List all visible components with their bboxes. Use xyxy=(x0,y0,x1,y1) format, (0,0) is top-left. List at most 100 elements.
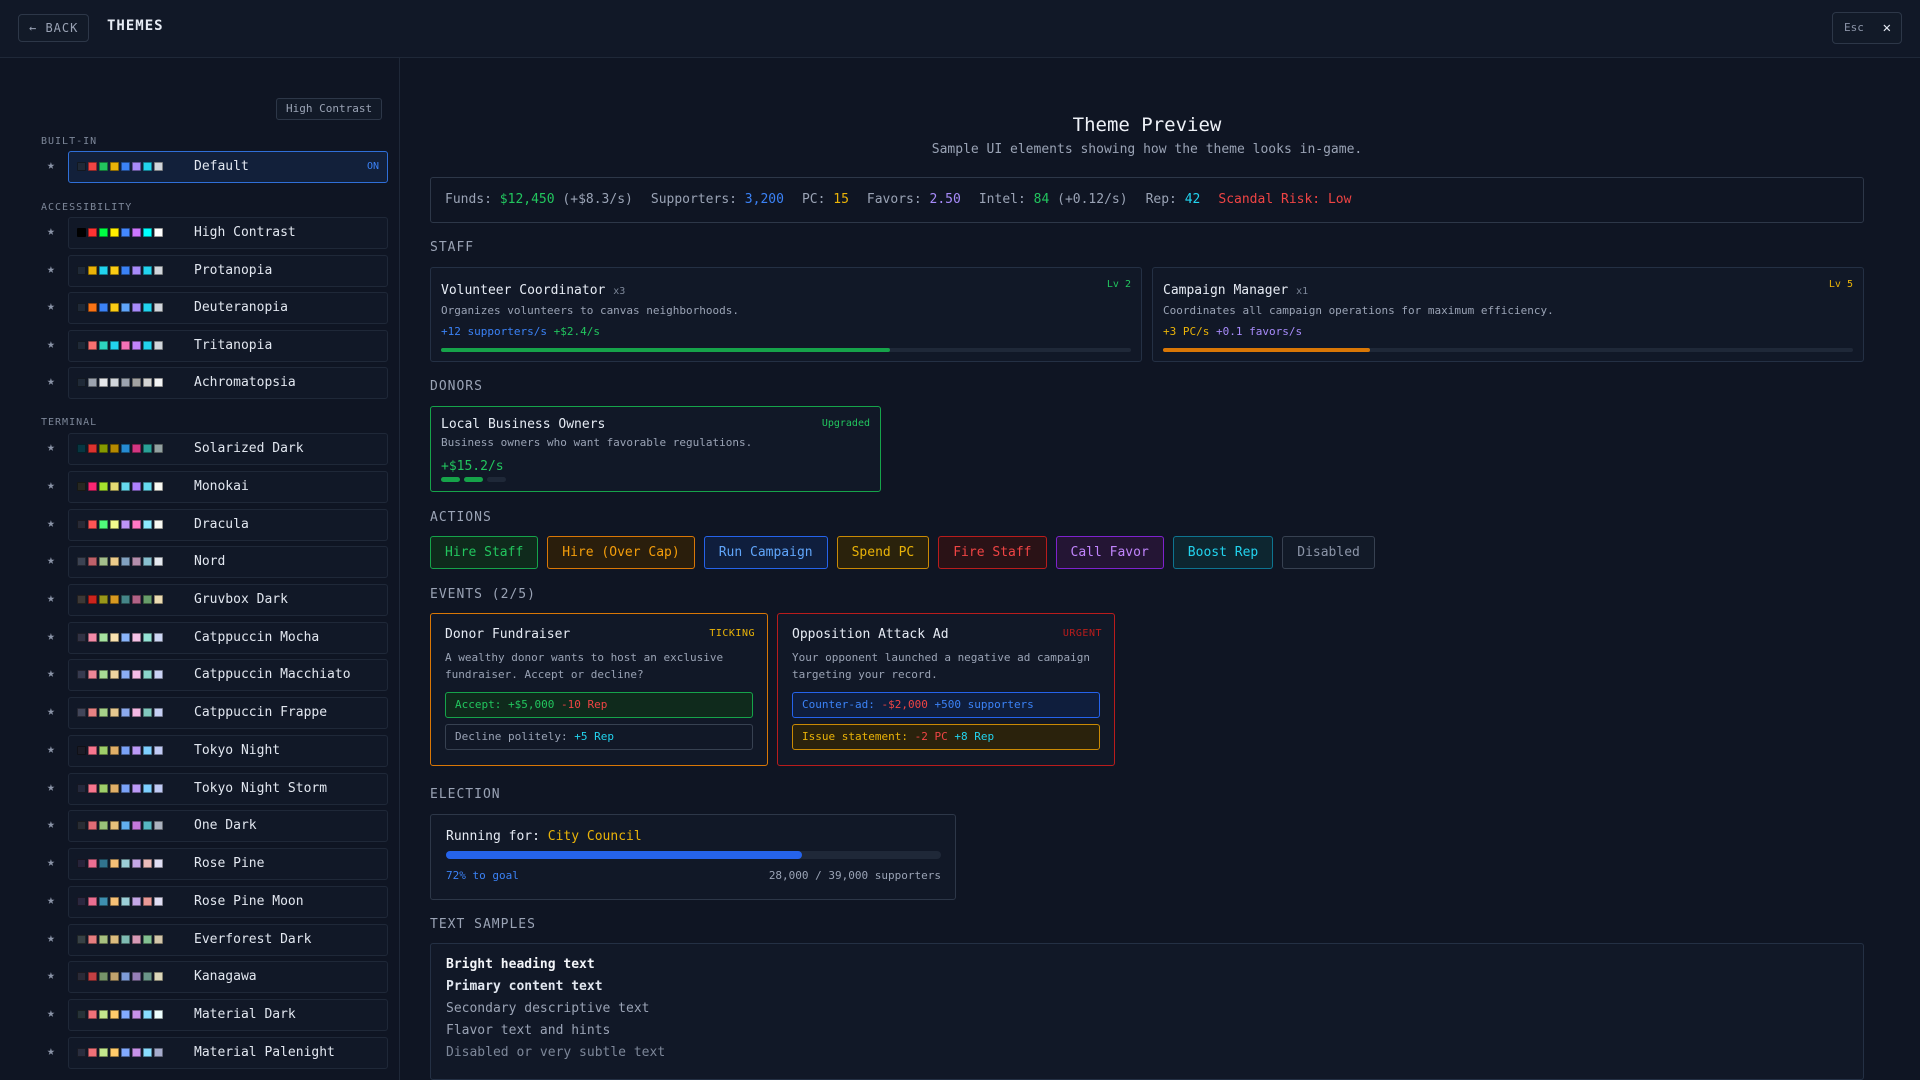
event-choice-statement[interactable]: Issue statement: -2 PC +8 Rep xyxy=(792,724,1100,750)
color-swatch xyxy=(88,266,97,275)
theme-row[interactable]: ★ Nord xyxy=(47,546,388,578)
favorite-star-icon[interactable]: ★ xyxy=(47,224,55,239)
favorite-star-icon[interactable]: ★ xyxy=(47,337,55,352)
theme-row[interactable]: ★ Rose Pine Moon xyxy=(47,886,388,918)
favorite-star-icon[interactable]: ★ xyxy=(47,516,55,531)
boost-rep-button[interactable]: Boost Rep xyxy=(1172,536,1274,569)
favorite-star-icon[interactable]: ★ xyxy=(47,440,55,455)
choice-effect-pc: -2 PC xyxy=(914,730,948,743)
theme-row[interactable]: ★ Everforest Dark xyxy=(47,924,388,956)
color-swatch xyxy=(99,557,108,566)
high-contrast-toggle[interactable]: High Contrast xyxy=(276,98,383,120)
theme-row[interactable]: ★ Deuteranopia xyxy=(47,292,388,324)
theme-row[interactable]: ★ Achromatopsia xyxy=(47,367,388,399)
favorite-star-icon[interactable]: ★ xyxy=(47,553,55,568)
favorite-star-icon[interactable]: ★ xyxy=(47,591,55,606)
staff-card[interactable]: Volunteer Coordinator x3 Lv 2 Organizes … xyxy=(430,267,1142,362)
preview-title: Theme Preview xyxy=(1072,114,1222,136)
theme-row[interactable]: ★ Solarized Dark xyxy=(47,433,388,465)
theme-row[interactable]: ★ High Contrast xyxy=(47,217,388,249)
color-swatch xyxy=(99,708,108,717)
favorite-star-icon[interactable]: ★ xyxy=(47,629,55,644)
theme-swatches xyxy=(77,341,163,352)
favorite-star-icon[interactable]: ★ xyxy=(47,478,55,493)
theme-row[interactable]: ★ Dracula xyxy=(47,509,388,541)
favorite-star-icon[interactable]: ★ xyxy=(47,374,55,389)
election-supporters-count: 28,000 / 39,000 supporters xyxy=(768,869,941,882)
staff-card[interactable]: Campaign Manager x1 Lv 5 Coordinates all… xyxy=(1152,267,1864,362)
favorite-star-icon[interactable]: ★ xyxy=(47,704,55,719)
color-swatch xyxy=(121,935,130,944)
favorite-star-icon[interactable]: ★ xyxy=(47,1044,55,1059)
theme-row[interactable]: ★ Kanagawa xyxy=(47,961,388,993)
hire-over-cap-button[interactable]: Hire (Over Cap) xyxy=(547,536,695,569)
close-button[interactable]: Esc ✕ xyxy=(1832,12,1902,44)
theme-row[interactable]: ★ Material Palenight xyxy=(47,1037,388,1069)
theme-swatches xyxy=(77,708,163,719)
color-swatch xyxy=(88,1048,97,1057)
intel-rate: (+0.12/s) xyxy=(1057,192,1128,207)
election-office: City Council xyxy=(547,829,642,844)
text-sample-flavor: Flavor text and hints xyxy=(446,1023,611,1038)
event-choice-accept[interactable]: Accept: +$5,000 -10 Rep xyxy=(445,692,753,718)
hire-staff-button[interactable]: Hire Staff xyxy=(430,536,539,569)
favorite-star-icon[interactable]: ★ xyxy=(47,968,55,983)
theme-name: Catppuccin Mocha xyxy=(194,630,320,645)
theme-row[interactable]: ★ Monokai xyxy=(47,471,388,503)
theme-row[interactable]: ★ Gruvbox Dark xyxy=(47,584,388,616)
run-campaign-button[interactable]: Run Campaign xyxy=(703,536,828,569)
theme-row[interactable]: ★ Catppuccin Mocha xyxy=(47,622,388,654)
choice-effect-funds: +$5,000 xyxy=(507,698,555,711)
theme-row[interactable]: ★ Default ON xyxy=(47,151,388,183)
theme-row[interactable]: ★ Rose Pine xyxy=(47,848,388,880)
color-swatch xyxy=(110,821,119,830)
favorite-star-icon[interactable]: ★ xyxy=(47,158,55,173)
favorite-star-icon[interactable]: ★ xyxy=(47,780,55,795)
back-button[interactable]: ← BACK xyxy=(18,14,90,42)
favorite-star-icon[interactable]: ★ xyxy=(47,817,55,832)
color-swatch xyxy=(121,708,130,717)
color-swatch xyxy=(143,708,152,717)
theme-swatches xyxy=(77,1048,163,1059)
funds-label: Funds: xyxy=(445,192,492,207)
theme-name: Material Palenight xyxy=(194,1045,335,1060)
election-heading: ELECTION xyxy=(430,787,501,802)
color-swatch xyxy=(110,935,119,944)
donor-card[interactable]: Local Business Owners Upgraded Business … xyxy=(430,406,881,492)
theme-row[interactable]: ★ Tritanopia xyxy=(47,330,388,362)
theme-row[interactable]: ★ Tokyo Night xyxy=(47,735,388,767)
call-favor-button[interactable]: Call Favor xyxy=(1055,536,1164,569)
favorite-star-icon[interactable]: ★ xyxy=(47,262,55,277)
theme-row[interactable]: ★ Catppuccin Frappe xyxy=(47,697,388,729)
theme-row[interactable]: ★ Material Dark xyxy=(47,999,388,1031)
fire-staff-button[interactable]: Fire Staff xyxy=(938,536,1047,569)
color-swatch xyxy=(77,670,86,679)
favorite-star-icon[interactable]: ★ xyxy=(47,742,55,757)
theme-name: Protanopia xyxy=(194,263,273,278)
staff-name: Volunteer Coordinator xyxy=(441,283,606,298)
color-swatch xyxy=(110,1048,119,1057)
spend-pc-button[interactable]: Spend PC xyxy=(836,536,930,569)
staff-progress-track xyxy=(1163,348,1853,352)
actions-heading: ACTIONS xyxy=(430,510,492,525)
favorite-star-icon[interactable]: ★ xyxy=(47,893,55,908)
event-choice-decline[interactable]: Decline politely: +5 Rep xyxy=(445,724,753,750)
staff-title: Campaign Manager x1 xyxy=(1163,283,1308,298)
events-heading: EVENTS (2/5) xyxy=(430,587,536,602)
theme-row[interactable]: ★ Catppuccin Macchiato xyxy=(47,659,388,691)
color-swatch xyxy=(121,595,130,604)
theme-swatches xyxy=(77,303,163,314)
theme-row[interactable]: ★ Tokyo Night Storm xyxy=(47,773,388,805)
favorite-star-icon[interactable]: ★ xyxy=(47,855,55,870)
staff-count: x1 xyxy=(1296,286,1309,297)
rep-label: Rep: xyxy=(1145,192,1177,207)
favorite-star-icon[interactable]: ★ xyxy=(47,666,55,681)
favorite-star-icon[interactable]: ★ xyxy=(47,299,55,314)
favorite-star-icon[interactable]: ★ xyxy=(47,931,55,946)
favorite-star-icon[interactable]: ★ xyxy=(47,1006,55,1021)
theme-row[interactable]: ★ One Dark xyxy=(47,810,388,842)
color-swatch xyxy=(88,859,97,868)
theme-row[interactable]: ★ Protanopia xyxy=(47,255,388,287)
theme-name: Deuteranopia xyxy=(194,300,288,315)
event-choice-counter-ad[interactable]: Counter-ad: -$2,000 +500 supporters xyxy=(792,692,1100,718)
